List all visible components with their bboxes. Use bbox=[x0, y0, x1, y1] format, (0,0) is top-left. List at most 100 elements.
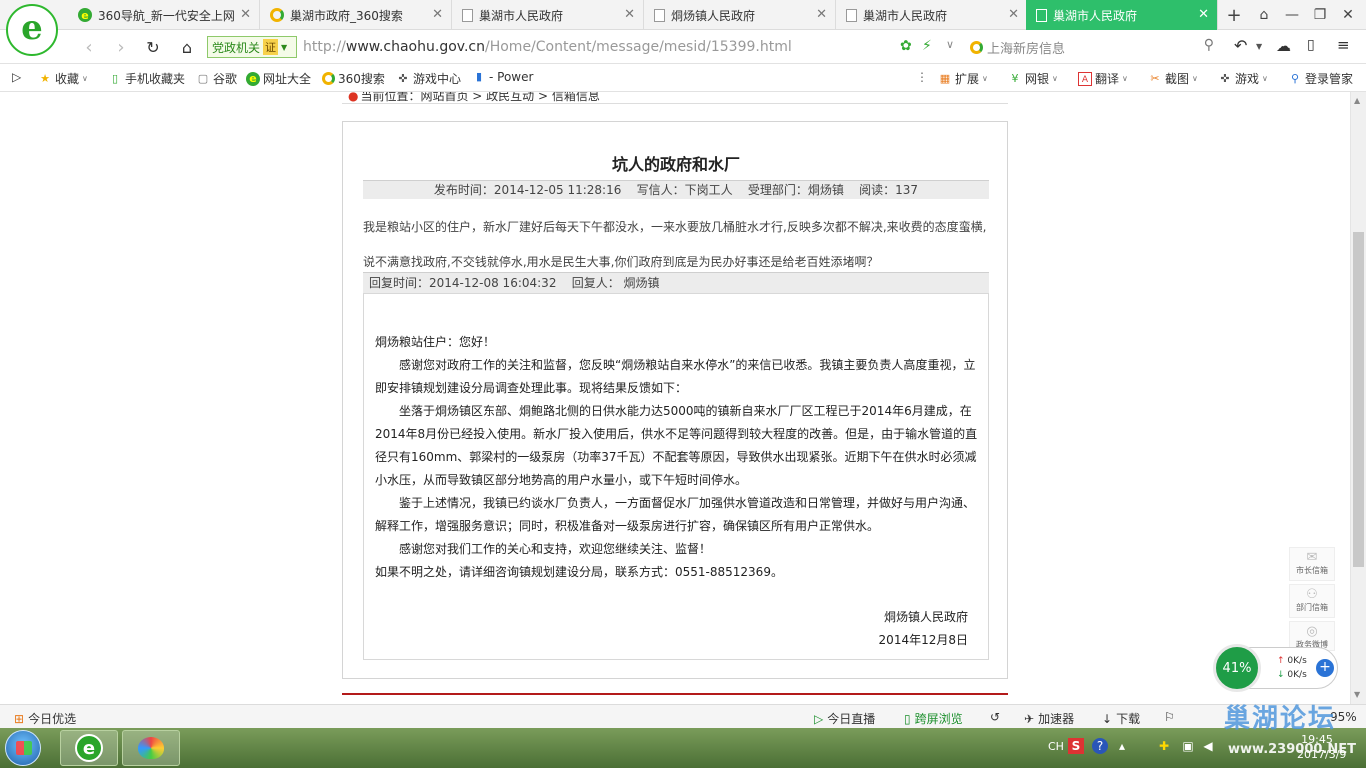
new-tab-button[interactable]: + bbox=[1220, 0, 1248, 30]
close-icon[interactable]: ✕ bbox=[432, 7, 443, 22]
windows-taskbar: e CH S ? ▴ ✚ ▣ ◀ 19:45 2017/3/9 bbox=[0, 728, 1366, 768]
mayor-mailbox-widget[interactable]: ✉ 市长信箱 bbox=[1289, 547, 1335, 581]
scroll-up-icon[interactable]: ▲ bbox=[1354, 96, 1360, 105]
tool-games[interactable]: ✜ 游戏 ∨ bbox=[1218, 70, 1268, 87]
sogou-icon[interactable]: S bbox=[1068, 738, 1084, 754]
tool-translate[interactable]: A 翻译 ∨ bbox=[1078, 70, 1128, 87]
accelerator[interactable]: ✈ 加速器 bbox=[1024, 710, 1074, 727]
shield-icon[interactable]: ✿ bbox=[900, 38, 912, 54]
bookmark-hao360[interactable]: e 网址大全 bbox=[246, 70, 311, 87]
reply-box: 烔炀粮站住户：您好！ 感谢您对政府工作的关注和监督，您反映“烔炀粮站自来水停水”… bbox=[363, 293, 989, 660]
home-button[interactable]: ⌂ bbox=[174, 35, 200, 59]
gov-badge[interactable]: 党政机关 证 ▼ bbox=[207, 36, 297, 58]
tool-extension[interactable]: ▦ 扩展 ∨ bbox=[938, 70, 988, 87]
360-security-icon[interactable]: ✚ bbox=[1156, 738, 1172, 754]
chevron-down-icon: ∨ bbox=[1262, 74, 1268, 83]
url-scheme: http:// bbox=[303, 39, 346, 55]
scrollbar-thumb[interactable] bbox=[1353, 232, 1364, 567]
tool-bank[interactable]: ¥ 网银 ∨ bbox=[1008, 70, 1058, 87]
tab-6-active[interactable]: 巢湖市人民政府 ✕ bbox=[1026, 0, 1218, 30]
tab-3[interactable]: 巢湖市人民政府 ✕ bbox=[452, 0, 644, 30]
lightning-icon[interactable]: ⚡ bbox=[922, 38, 932, 54]
close-window-button[interactable]: ✕ bbox=[1334, 0, 1362, 30]
close-icon[interactable]: ✕ bbox=[816, 7, 827, 22]
bookmark-power[interactable]: ▮ - Power bbox=[472, 70, 533, 84]
shirt-icon[interactable]: ⌂ bbox=[1250, 0, 1278, 30]
gov-badge-label: 党政机关 bbox=[212, 40, 261, 55]
input-language[interactable]: CH bbox=[1048, 740, 1064, 753]
tab-1[interactable]: e 360导航_新一代安全上网 ✕ bbox=[68, 0, 260, 30]
more-icon[interactable]: ⋮ bbox=[916, 70, 928, 84]
weibo-icon: ◎ bbox=[1306, 624, 1318, 639]
phone-icon[interactable]: ▯ bbox=[1307, 37, 1315, 53]
taskbar-paint[interactable] bbox=[122, 730, 180, 766]
help-icon[interactable]: ? bbox=[1092, 738, 1108, 754]
reload-button[interactable]: ↻ bbox=[140, 35, 166, 59]
chevron-down-icon[interactable]: ∨ bbox=[946, 38, 954, 51]
undo-icon[interactable]: ↶ bbox=[1234, 36, 1247, 55]
paint-icon bbox=[138, 737, 164, 759]
browser-logo[interactable]: e bbox=[6, 4, 58, 56]
volume-icon[interactable]: ◀ bbox=[1200, 738, 1216, 754]
bookmark-google[interactable]: ▢ 谷歌 bbox=[196, 70, 237, 87]
scroll-down-icon[interactable]: ▼ bbox=[1354, 690, 1360, 699]
today-picks[interactable]: ⊞ 今日优选 bbox=[14, 710, 76, 727]
reply-body: 烔炀粮站住户：您好！ 感谢您对政府工作的关注和监督，您反映“烔炀粮站自来水停水”… bbox=[375, 331, 979, 584]
tray-expand-icon[interactable]: ▴ bbox=[1114, 738, 1130, 754]
menu-icon[interactable]: ≡ bbox=[1337, 36, 1350, 54]
upload-rate: 0K/s bbox=[1287, 656, 1307, 666]
download-arrow-icon: ↓ bbox=[1277, 670, 1285, 680]
close-icon[interactable]: ✕ bbox=[240, 7, 251, 22]
close-icon[interactable]: ✕ bbox=[1198, 7, 1209, 22]
forum-watermark: 巢湖论坛 bbox=[1224, 704, 1337, 734]
close-icon[interactable]: ✕ bbox=[1008, 7, 1019, 22]
tab-label: 巢湖市人民政府 bbox=[479, 8, 564, 23]
tab-5[interactable]: 巢湖市人民政府 ✕ bbox=[836, 0, 1028, 30]
network-icon[interactable]: ▣ bbox=[1180, 738, 1196, 754]
maximize-button[interactable]: ❐ bbox=[1306, 0, 1334, 30]
tab-4[interactable]: 烔炀镇人民政府 ✕ bbox=[644, 0, 836, 30]
windows-logo-icon bbox=[16, 741, 32, 755]
flag-icon[interactable]: ⚐ bbox=[1164, 710, 1175, 724]
address-bar: ‹ › ↻ ⌂ 党政机关 证 ▼ http://www.chaohu.gov.c… bbox=[0, 30, 1366, 64]
tool-screenshot[interactable]: ✂ 截图 ∨ bbox=[1148, 70, 1197, 87]
search-icon[interactable]: ⚲ bbox=[1204, 37, 1214, 53]
vertical-scrollbar[interactable]: ▲ ▼ bbox=[1350, 92, 1366, 704]
network-speed-widget[interactable]: 41% ↑ 0K/s ↓ 0K/s + bbox=[1213, 644, 1338, 692]
chevron-down-icon[interactable]: ▼ bbox=[1256, 42, 1262, 51]
status-label: 今日直播 bbox=[827, 712, 876, 726]
breadcrumb-text[interactable]: 当前位置：网站首页 > 政民互动 > 信箱信息 bbox=[360, 92, 599, 103]
url-input[interactable]: http://www.chaohu.gov.cn/Home/Content/me… bbox=[303, 39, 792, 55]
tab-2[interactable]: 巢湖市政府_360搜索 ✕ bbox=[260, 0, 452, 30]
memory-ball[interactable]: 41% bbox=[1213, 644, 1261, 692]
minimize-button[interactable]: — bbox=[1278, 0, 1306, 30]
message-card: 坑人的政府和水厂 发布时间：2014-12-05 11:28:16 写信人：下岗… bbox=[342, 121, 1008, 679]
add-icon[interactable]: + bbox=[1316, 659, 1334, 677]
refresh-tool[interactable]: ↺ bbox=[990, 710, 1004, 724]
bookmark-360search[interactable]: 360搜索 bbox=[322, 70, 385, 87]
tool-login-manager[interactable]: ⚲ 登录管家 bbox=[1288, 70, 1353, 87]
bookmark-label: 游戏中心 bbox=[413, 72, 462, 86]
play-icon: ▷ bbox=[814, 711, 824, 726]
sidebar-toggle-icon[interactable]: ▷ bbox=[12, 70, 21, 84]
start-button[interactable] bbox=[5, 730, 41, 766]
forward-button[interactable]: › bbox=[108, 35, 134, 59]
search-input[interactable]: 上海新房信息 ⚲ bbox=[970, 36, 1220, 58]
chevron-down-icon: ∨ bbox=[1052, 74, 1058, 83]
bookmark-mobile[interactable]: ▯ 手机收藏夹 bbox=[108, 70, 185, 87]
tool-label: 登录管家 bbox=[1305, 72, 1354, 86]
tool-label: 网银 bbox=[1025, 72, 1050, 86]
bookmark-favorites[interactable]: ★ 收藏 ∨ bbox=[38, 70, 88, 87]
dept-mailbox-widget[interactable]: ⚇ 部门信箱 bbox=[1289, 584, 1335, 618]
chevron-down-icon: ∨ bbox=[982, 74, 988, 83]
taskbar-browser[interactable]: e bbox=[60, 730, 118, 766]
page-title: 坑人的政府和水厂 bbox=[611, 155, 740, 174]
back-button[interactable]: ‹ bbox=[76, 35, 102, 59]
close-icon[interactable]: ✕ bbox=[624, 7, 635, 22]
tab-label: 巢湖市人民政府 bbox=[1053, 8, 1138, 23]
cloud-icon[interactable]: ☁ bbox=[1276, 37, 1291, 55]
downloads[interactable]: ↓ 下载 bbox=[1102, 710, 1140, 727]
today-live[interactable]: ▷ 今日直播 bbox=[814, 710, 875, 727]
cross-screen-browse[interactable]: ▯ 跨屏浏览 bbox=[904, 710, 963, 727]
bookmark-game-center[interactable]: ✜ 游戏中心 bbox=[396, 70, 461, 87]
